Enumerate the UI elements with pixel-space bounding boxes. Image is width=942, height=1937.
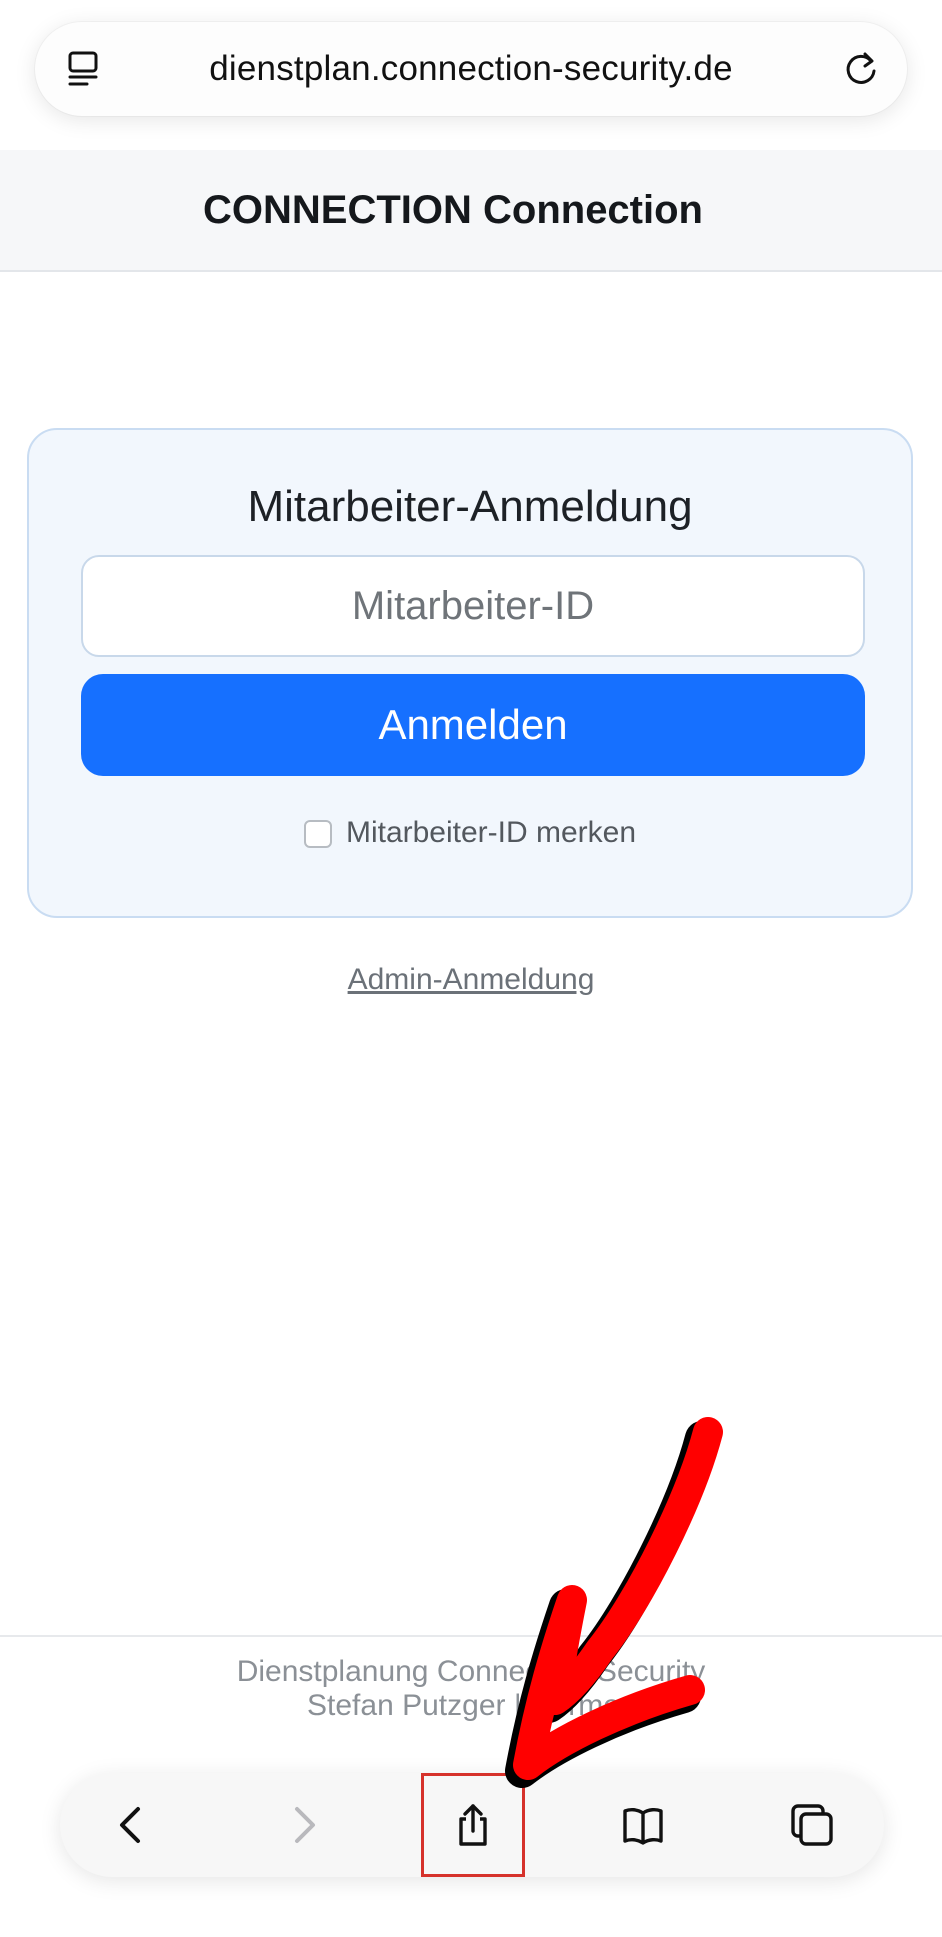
- site-header: CONNECTION Connection: [0, 150, 942, 272]
- tabs-button[interactable]: [760, 1773, 864, 1877]
- remember-checkbox[interactable]: [303, 820, 332, 848]
- address-bar[interactable]: dienstplan.connection-security.de: [35, 22, 907, 116]
- chevron-left-icon: [120, 1807, 140, 1843]
- chevron-right-icon: [295, 1807, 315, 1843]
- browser-toolbar: [60, 1773, 884, 1877]
- url-text[interactable]: dienstplan.connection-security.de: [135, 22, 807, 116]
- page-menu-icon[interactable]: [65, 49, 105, 89]
- reload-icon[interactable]: [841, 49, 881, 89]
- remember-label: Mitarbeiter-ID merken: [345, 816, 637, 849]
- footer-line-1: Dienstplanung Connection Security: [236, 1655, 706, 1688]
- share-icon: [459, 1804, 487, 1846]
- remember-row[interactable]: Mitarbeiter-ID merken: [29, 816, 911, 850]
- book-icon: [623, 1807, 663, 1845]
- login-title: Mitarbeiter-Anmeldung: [247, 482, 693, 531]
- login-button[interactable]: Anmelden: [81, 674, 865, 776]
- share-button[interactable]: [421, 1773, 525, 1877]
- admin-login-link[interactable]: Admin-Anmeldung: [0, 963, 942, 997]
- back-button[interactable]: [80, 1773, 184, 1877]
- forward-button[interactable]: [251, 1773, 355, 1877]
- employee-id-input[interactable]: [81, 555, 865, 657]
- footer-line-2: Stefan Putzger | Hermes: [307, 1689, 635, 1722]
- browser-address-area: dienstplan.connection-security.de: [0, 0, 942, 150]
- bookmarks-button[interactable]: [591, 1773, 695, 1877]
- tabs-icon: [791, 1804, 833, 1846]
- site-footer: Dienstplanung Connection Security Stefan…: [0, 1635, 942, 1737]
- login-card: Mitarbeiter-Anmeldung Anmelden Mitarbeit…: [27, 428, 913, 918]
- site-title: CONNECTION Connection: [203, 188, 703, 232]
